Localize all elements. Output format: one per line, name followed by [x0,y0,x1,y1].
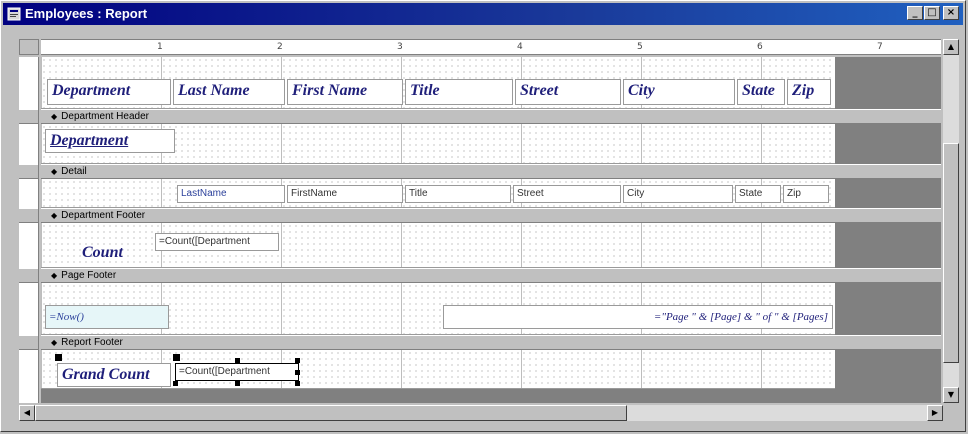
ruler-number: 6 [757,42,763,52]
report-design-canvas[interactable]: Department Last Name First Name Title St… [41,57,941,403]
report-window: Employees : Report _ □ × 1 2 3 4 5 6 7 D… [0,0,966,432]
vruler-band [19,335,38,350]
resize-handle[interactable] [235,381,240,386]
label-state[interactable]: State [737,79,785,105]
section-marker-icon: ◆ [51,338,58,347]
vruler-band [19,268,38,283]
field-count-department[interactable]: =Count([Department [155,233,279,251]
label-department-group[interactable]: Department [45,129,175,153]
vertical-scrollbar[interactable]: ▲ ▼ [943,39,959,403]
section-bar-detail[interactable]: ◆ Detail [41,164,941,179]
horizontal-ruler[interactable]: 1 2 3 4 5 6 7 [41,39,941,55]
section-bar-department-header[interactable]: ◆ Department Header [41,109,941,124]
label-grand-count[interactable]: Grand Count [57,363,171,387]
maximize-button[interactable]: □ [924,6,940,20]
field-zip[interactable]: Zip [783,185,829,203]
section-label: Page Footer [61,270,117,281]
section-label: Detail [61,166,87,177]
scroll-right-button[interactable]: ▶ [927,405,943,421]
title-bar[interactable]: Employees : Report _ □ × [3,3,963,25]
move-handle[interactable] [173,354,180,361]
section-marker-icon: ◆ [51,271,58,280]
label-count[interactable]: Count [77,241,147,263]
field-page-number[interactable]: ="Page " & [Page] & " of " & [Pages] [443,305,833,329]
section-label: Department Footer [61,210,146,221]
vruler-band [19,208,38,223]
field-firstname[interactable]: FirstName [287,185,403,203]
ruler-number: 4 [517,42,523,52]
label-street[interactable]: Street [515,79,621,105]
ruler-number: 2 [277,42,283,52]
ruler-number: 5 [637,42,643,52]
label-last-name[interactable]: Last Name [173,79,285,105]
field-state[interactable]: State [735,185,781,203]
resize-handle[interactable] [235,358,240,363]
move-handle[interactable] [55,354,62,361]
horizontal-scroll-thumb[interactable] [35,405,627,421]
section-bar-department-footer[interactable]: ◆ Department Footer [41,208,941,223]
resize-handle[interactable] [295,381,300,386]
ruler-number: 7 [877,42,883,52]
section-marker-icon: ◆ [51,211,58,220]
section-label: Report Footer [61,337,123,348]
vertical-ruler[interactable] [19,57,39,403]
label-zip[interactable]: Zip [787,79,831,105]
resize-handle[interactable] [173,381,178,386]
field-title[interactable]: Title [405,185,511,203]
label-city[interactable]: City [623,79,735,105]
section-bar-report-footer[interactable]: ◆ Report Footer [41,335,941,350]
vruler-band [19,109,38,124]
label-first-name[interactable]: First Name [287,79,403,105]
report-icon [7,7,21,21]
scroll-left-button[interactable]: ◀ [19,405,35,421]
ruler-corner[interactable] [19,39,39,55]
section-label: Department Header [61,111,149,122]
field-lastname[interactable]: LastName [177,185,285,203]
horizontal-scrollbar[interactable]: ◀ ▶ [19,405,943,421]
vertical-scroll-thumb[interactable] [943,143,959,363]
field-city[interactable]: City [623,185,733,203]
resize-handle[interactable] [295,358,300,363]
field-now[interactable]: =Now() [45,305,169,329]
field-grand-count[interactable]: =Count([Department [175,363,299,381]
window-title: Employees : Report [25,6,148,21]
ruler-number: 3 [397,42,403,52]
section-bar-page-footer[interactable]: ◆ Page Footer [41,268,941,283]
resize-handle[interactable] [295,370,300,375]
close-button[interactable]: × [943,6,959,20]
vruler-band [19,164,38,179]
section-marker-icon: ◆ [51,167,58,176]
label-title[interactable]: Title [405,79,513,105]
scroll-up-button[interactable]: ▲ [943,39,959,55]
ruler-number: 1 [157,42,163,52]
minimize-button[interactable]: _ [907,6,923,20]
field-street[interactable]: Street [513,185,621,203]
label-department[interactable]: Department [47,79,171,105]
scroll-down-button[interactable]: ▼ [943,387,959,403]
section-marker-icon: ◆ [51,112,58,121]
